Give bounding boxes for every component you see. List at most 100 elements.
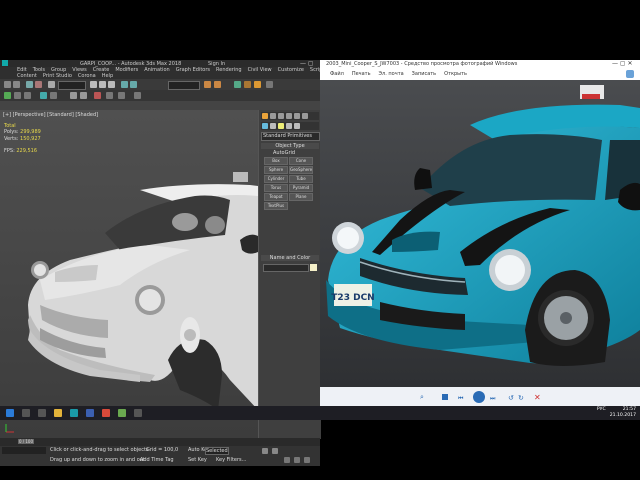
light-icon[interactable] [94,92,101,99]
play-icon[interactable] [262,448,268,454]
settings-icon[interactable] [134,409,142,417]
rotate-icon[interactable] [99,81,106,88]
time-slider[interactable]: 0 / 100 [18,439,34,444]
rotate-right-icon[interactable]: ↻ [518,394,524,402]
menu-item[interactable]: Customize [275,67,307,73]
camera-icon[interactable] [80,92,87,99]
undo-icon[interactable] [4,81,11,88]
create-tab-icon[interactable] [262,113,268,119]
render-icon[interactable] [254,81,261,88]
sphere-icon[interactable] [70,92,77,99]
next-icon[interactable]: ⏭ [490,395,495,403]
explorer-icon[interactable] [54,409,62,417]
category-dropdown[interactable]: Standard Primitives [261,132,320,141]
key-filters-button[interactable]: Key Filters... [216,457,246,463]
orbit-icon[interactable] [294,457,300,463]
lights-icon[interactable] [278,123,284,129]
maxscript-listener[interactable] [2,447,46,454]
search-icon[interactable] [22,409,30,417]
slideshow-button[interactable] [473,391,485,403]
add-time-tag[interactable]: Add Time Tag [140,457,174,463]
menu-item[interactable]: Graph Editors [173,67,213,73]
zoom-icon[interactable] [284,457,290,463]
start-icon[interactable] [6,409,14,417]
rotate-left-icon[interactable]: ↺ [508,394,514,402]
teapot-icon[interactable] [266,81,273,88]
task-view-icon[interactable] [38,409,46,417]
scale-icon[interactable] [108,81,115,88]
menu-item[interactable]: Rendering [213,67,245,73]
spacewarp-icon[interactable] [118,92,125,99]
utilities-tab-icon[interactable] [302,113,308,119]
primitive-button[interactable]: TextPlus [264,202,288,210]
object-name-field[interactable] [263,264,309,272]
fit-window-icon[interactable] [442,394,448,400]
primitive-button[interactable]: Plane [289,193,313,201]
previous-icon[interactable]: ⏮ [458,395,463,403]
timeline[interactable]: 0 / 100 [0,438,320,446]
hierarchy-tab-icon[interactable] [278,113,284,119]
align-icon[interactable] [214,81,221,88]
object-color-swatch[interactable] [310,264,317,271]
create-categories[interactable] [261,122,319,130]
geometry-icon[interactable] [262,123,268,129]
systems-icon[interactable] [134,92,141,99]
3dsmax-taskbar-icon[interactable] [70,409,78,417]
selection-filter-dropdown[interactable] [58,81,86,90]
display-tab-icon[interactable] [294,113,300,119]
menu-item[interactable]: Civil View [245,67,275,73]
viewer-menu-item[interactable]: Эл. почта [375,71,408,77]
unlink-icon[interactable] [35,81,42,88]
primitive-button[interactable]: Teapot [264,193,288,201]
help-icon[interactable] [626,70,634,78]
perspective-viewport[interactable] [0,110,258,439]
menu-item[interactable]: Animation [141,67,173,73]
cameras-icon[interactable] [286,123,292,129]
primitive-button[interactable]: Tube [289,175,313,183]
setkey-button[interactable]: Set Key [188,457,207,463]
menu-item[interactable]: Modifiers [112,67,141,73]
clock-date[interactable]: 21.10.2017 [610,413,636,419]
scene-explorer-icon[interactable] [4,92,11,99]
primitive-button[interactable]: Sphere [264,166,288,174]
link-icon[interactable] [26,81,33,88]
next-frame-icon[interactable] [272,448,278,454]
redo-icon[interactable] [13,81,20,88]
photo-viewer-icon[interactable] [118,409,126,417]
viewer-menu-item[interactable]: Открыть [440,71,471,77]
snap-icon[interactable] [121,81,128,88]
modify-tab-icon[interactable] [270,113,276,119]
language-indicator[interactable]: РУС [597,407,606,413]
viewer-menu-item[interactable]: Файл [326,71,348,77]
schematic-icon[interactable] [50,92,57,99]
primitive-button[interactable]: Torus [264,184,288,192]
key-mode-dropdown[interactable]: Selected [205,447,229,455]
viewport-label[interactable]: [+] [Perspective] [Standard] [Shaded] [3,112,98,118]
helpers-icon[interactable] [294,123,300,129]
curve-editor-icon[interactable] [40,92,47,99]
render-setup-icon[interactable] [244,81,251,88]
helper-icon[interactable] [106,92,113,99]
viewer-window-controls[interactable]: — ▢ ✕ [612,60,633,67]
primitive-button[interactable]: Box [264,157,288,165]
photoshop-icon[interactable] [86,409,94,417]
primitive-button[interactable]: Cone [289,157,313,165]
name-color-rollout[interactable]: Name and Color [261,255,319,261]
command-panel-tabs[interactable] [261,112,319,120]
viewer-menu-item[interactable]: Печать [348,71,375,77]
zoom-icon[interactable]: ⌕ [420,394,429,401]
move-icon[interactable] [90,81,97,88]
viewer-menu-item[interactable]: Записать [408,71,440,77]
material-editor-icon[interactable] [234,81,241,88]
delete-icon[interactable]: ✕ [534,393,541,402]
layer-icon[interactable] [14,92,21,99]
chrome-icon[interactable] [102,409,110,417]
angle-snap-icon[interactable] [130,81,137,88]
named-selection-dropdown[interactable] [168,81,200,90]
ribbon-icon[interactable] [24,92,31,99]
primitive-button[interactable]: Pyramid [289,184,313,192]
primitive-button[interactable]: Cylinder [264,175,288,183]
select-icon[interactable] [48,81,55,88]
shapes-icon[interactable] [270,123,276,129]
mirror-icon[interactable] [204,81,211,88]
